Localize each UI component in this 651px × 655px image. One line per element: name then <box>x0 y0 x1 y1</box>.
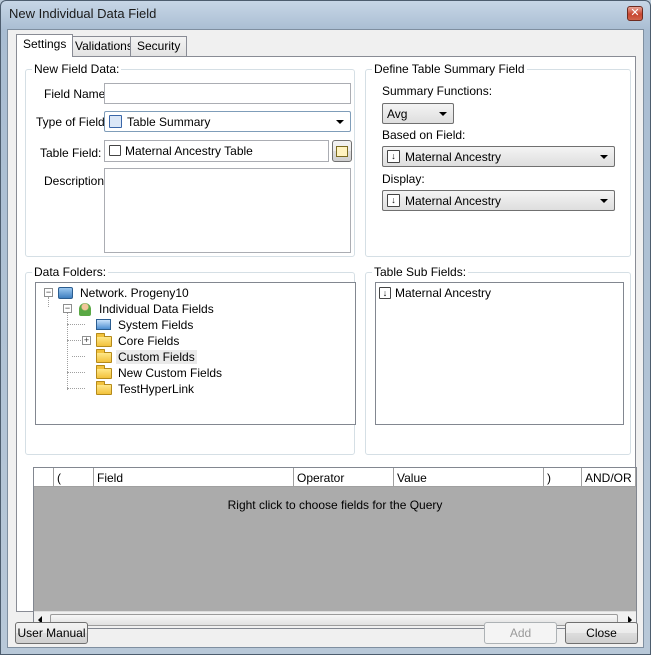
table-field-label: Table Field: <box>40 146 102 160</box>
new-field-data-label: New Field Data: <box>32 62 122 76</box>
user-manual-label: User Manual <box>17 626 86 640</box>
summary-functions-value: Avg <box>387 107 408 121</box>
query-empty-message: Right click to choose fields for the Que… <box>227 498 443 512</box>
table-sub-fields-label: Table Sub Fields: <box>372 265 469 279</box>
display-label: Display: <box>382 172 425 186</box>
folder-icon <box>96 365 112 379</box>
expand-core-fields-icon[interactable]: + <box>82 336 91 345</box>
data-folders-tree[interactable]: − Network. Progeny10 − Individual Data F… <box>35 282 356 425</box>
column-header-open-paren[interactable]: ( <box>54 468 94 487</box>
based-on-field-value: Maternal Ancestry <box>405 150 502 164</box>
tree-item-label: New Custom Fields <box>118 366 223 380</box>
table-summary-icon <box>109 115 122 128</box>
summary-functions-combo[interactable]: Avg <box>382 103 454 124</box>
dialog-window: New Individual Data Field ✕ Settings Val… <box>0 0 651 655</box>
column-header-close-paren[interactable]: ) <box>544 468 582 487</box>
user-manual-button[interactable]: User Manual <box>15 622 88 644</box>
close-window-icon[interactable]: ✕ <box>627 6 643 21</box>
field-name-label: Field Name: <box>44 87 109 101</box>
description-input[interactable] <box>104 168 351 253</box>
field-down-icon: ↓ <box>387 194 400 207</box>
new-field-data-group: New Field Data: Field Name: Type of Fiel… <box>25 62 355 257</box>
column-header-field[interactable]: Field <box>94 468 294 487</box>
tree-item-label: Core Fields <box>118 334 180 348</box>
tab-validations-label: Validations <box>75 39 133 53</box>
data-folders-group: Data Folders: − Network. Progeny10 − Ind… <box>25 265 356 455</box>
type-of-field-combo[interactable]: Table Summary <box>104 111 351 132</box>
column-header-operator[interactable]: Operator <box>294 468 394 487</box>
table-field-input[interactable]: Maternal Ancestry Table <box>104 140 329 162</box>
add-label: Add <box>509 626 532 640</box>
field-name-input[interactable] <box>104 83 351 104</box>
display-combo[interactable]: ↓ Maternal Ancestry <box>382 190 615 211</box>
close-button[interactable]: Close <box>565 622 638 644</box>
tree-line <box>72 356 85 357</box>
table-sub-fields-group: Table Sub Fields: ↓ Maternal Ancestry <box>365 265 631 455</box>
settings-tab-page: New Field Data: Field Name: Type of Fiel… <box>16 56 637 629</box>
tab-security[interactable]: Security <box>130 36 188 56</box>
tree-item-label: Custom Fields <box>116 350 197 364</box>
window-title: New Individual Data Field <box>9 6 157 21</box>
table-sub-fields-list[interactable]: ↓ Maternal Ancestry <box>375 282 624 425</box>
tree-item-label: System Fields <box>118 318 194 332</box>
table-icon <box>109 145 121 156</box>
title-bar[interactable]: New Individual Data Field ✕ <box>1 1 650 27</box>
table-summary-group: Define Table Summary Field Summary Funct… <box>365 62 631 257</box>
tree-item-root-label: Network. Progeny10 <box>80 286 189 300</box>
tree-line <box>67 388 85 389</box>
close-label: Close <box>586 626 617 640</box>
based-on-field-label: Based on Field: <box>382 128 466 142</box>
type-of-field-label: Type of Field: <box>36 115 109 129</box>
browse-table-icon <box>336 146 348 157</box>
tree-item-label: TestHyperLink <box>118 382 195 396</box>
table-field-value: Maternal Ancestry Table <box>125 144 253 158</box>
description-label: Description: <box>44 174 108 188</box>
chevron-down-icon <box>600 199 608 203</box>
tree-item-individual-label: Individual Data Fields <box>99 302 214 316</box>
table-summary-group-label: Define Table Summary Field <box>372 62 527 76</box>
query-grid-header: ( Field Operator Value ) AND/OR <box>34 468 636 487</box>
collapse-individual-icon[interactable]: − <box>63 304 72 313</box>
column-header-and-or[interactable]: AND/OR <box>582 468 636 487</box>
folder-open-icon <box>96 349 112 363</box>
column-header-value[interactable]: Value <box>394 468 544 487</box>
based-on-field-combo[interactable]: ↓ Maternal Ancestry <box>382 146 615 167</box>
table-field-browse-button[interactable] <box>332 140 352 162</box>
network-icon <box>58 287 73 299</box>
list-item-label: Maternal Ancestry <box>395 286 492 300</box>
tree-line <box>67 324 85 325</box>
type-of-field-value: Table Summary <box>127 115 211 129</box>
dialog-client: Settings Validations Security New Field … <box>7 29 644 648</box>
tab-security-label: Security <box>137 39 181 53</box>
user-icon <box>79 303 91 316</box>
folder-icon <box>96 333 112 347</box>
tab-settings[interactable]: Settings <box>16 34 74 57</box>
add-button[interactable]: Add <box>484 622 557 644</box>
tree-line <box>48 297 49 307</box>
summary-functions-label: Summary Functions: <box>382 84 493 98</box>
collapse-root-icon[interactable]: − <box>44 288 53 297</box>
tab-settings-label: Settings <box>23 37 67 51</box>
folder-icon <box>96 381 112 395</box>
data-folders-label: Data Folders: <box>32 265 109 279</box>
query-grid[interactable]: ( Field Operator Value ) AND/OR Right cl… <box>33 467 637 629</box>
chevron-down-icon <box>600 155 608 159</box>
field-down-icon: ↓ <box>387 150 400 163</box>
chevron-down-icon <box>439 112 447 116</box>
field-down-icon: ↓ <box>379 287 391 299</box>
tree-line <box>67 372 85 373</box>
chevron-down-icon <box>336 120 344 124</box>
monitor-icon <box>96 319 111 330</box>
row-header-cell <box>34 468 54 487</box>
display-value: Maternal Ancestry <box>405 194 502 208</box>
